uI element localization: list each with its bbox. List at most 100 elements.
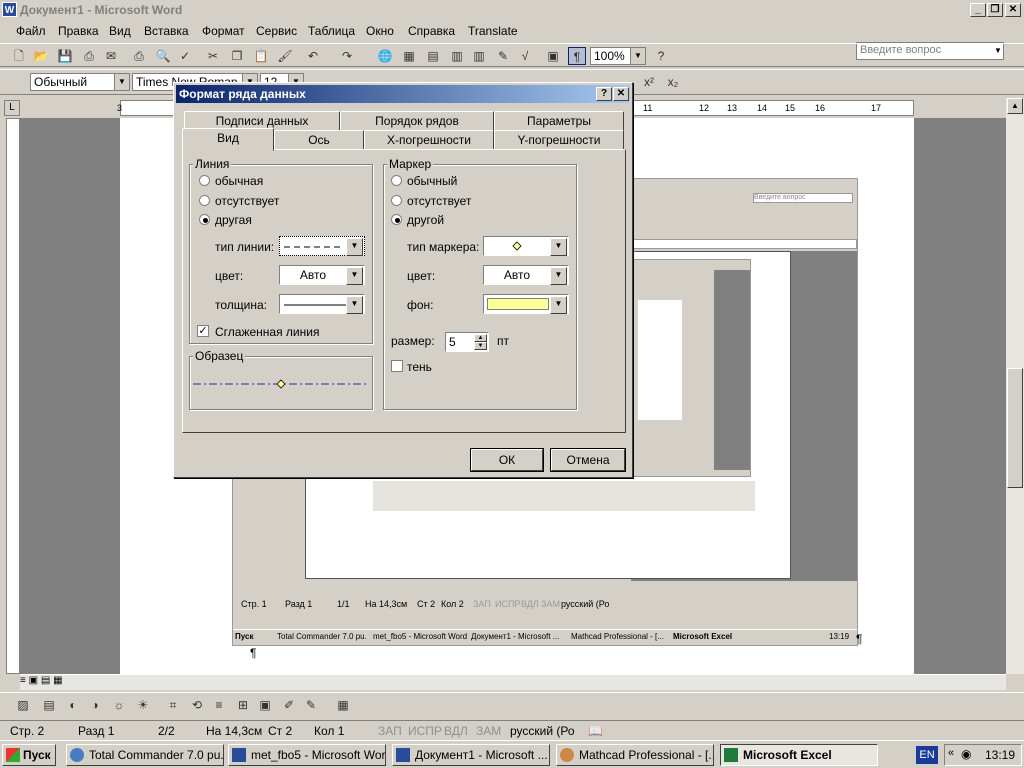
brightness-down-icon[interactable]: ☀ <box>134 696 152 714</box>
line-weight-dropdown[interactable]: ▼ <box>279 294 365 314</box>
status-ovr[interactable]: ЗАМ <box>476 724 501 738</box>
columns-icon[interactable]: ▥ <box>470 47 488 65</box>
view-buttons[interactable]: ≡ ▣ ▤ ▦ <box>20 675 80 689</box>
vertical-ruler[interactable] <box>6 118 20 674</box>
menu-file[interactable]: Файл <box>16 24 46 38</box>
spin-up-icon[interactable]: ▲ <box>474 334 487 342</box>
line-radio-normal-label[interactable]: обычная <box>215 174 263 188</box>
smooth-line-checkbox[interactable]: ✓ <box>197 325 209 337</box>
marker-radio-custom[interactable] <box>391 214 402 225</box>
transparent-color-icon[interactable]: ✐ <box>280 696 298 714</box>
help-icon[interactable]: ? <box>652 47 670 65</box>
marker-size-spinner[interactable]: 5 ▲ ▼ <box>445 332 489 352</box>
chevron-down-icon[interactable]: ▼ <box>346 267 363 285</box>
tab-y-error[interactable]: Y-погрешности <box>494 130 624 150</box>
spin-down-icon[interactable]: ▼ <box>474 342 487 350</box>
clock[interactable]: 13:19 <box>985 748 1015 762</box>
marker-radio-none[interactable] <box>391 195 402 206</box>
marker-radio-custom-label[interactable]: другой <box>407 213 444 227</box>
document-map-icon[interactable]: ▣ <box>544 47 562 65</box>
task-met-fbo5[interactable]: met_fbo5 - Microsoft Word <box>228 744 386 766</box>
help-button[interactable]: ? <box>596 87 612 101</box>
shadow-label[interactable]: тень <box>407 360 432 374</box>
maximize-button[interactable]: ❐ <box>987 3 1003 17</box>
chevron-down-icon[interactable]: ▼ <box>346 296 363 314</box>
task-excel[interactable]: Microsoft Excel <box>720 744 878 766</box>
rotate-icon[interactable]: ⟲ <box>188 696 206 714</box>
shadow-checkbox[interactable] <box>391 360 403 372</box>
tab-options[interactable]: Параметры <box>494 111 624 131</box>
marker-radio-none-label[interactable]: отсутствует <box>407 194 471 208</box>
insert-excel-icon[interactable]: ▥ <box>448 47 466 65</box>
marker-color-dropdown[interactable]: Авто ▼ <box>483 265 569 285</box>
crop-icon[interactable]: ▤ <box>40 696 58 714</box>
superscript-icon[interactable]: x² <box>640 73 658 91</box>
open-icon[interactable]: 📂 <box>32 47 50 65</box>
menu-edit[interactable]: Правка <box>58 24 99 38</box>
new-icon[interactable]: 🗋 <box>10 47 28 65</box>
menu-help[interactable]: Справка <box>408 24 455 38</box>
smooth-line-label[interactable]: Сглаженная линия <box>215 325 319 339</box>
tab-selector[interactable]: L <box>4 100 20 116</box>
chevron-down-icon[interactable]: ▼ <box>550 296 567 314</box>
status-ext[interactable]: ВДЛ <box>444 724 468 738</box>
menu-tools[interactable]: Сервис <box>256 24 297 38</box>
paste-icon[interactable]: 📋 <box>252 47 270 65</box>
line-radio-custom-label[interactable]: другая <box>215 213 252 227</box>
line-type-dropdown[interactable]: ▼ <box>279 236 365 256</box>
scroll-thumb[interactable] <box>1007 368 1023 488</box>
cancel-button[interactable]: Отмена <box>551 449 625 471</box>
tables-borders-icon[interactable]: ▦ <box>400 47 418 65</box>
network-icon[interactable]: ◉ <box>961 747 971 761</box>
spelling-status-icon[interactable]: 📖 <box>588 724 603 738</box>
copy-icon[interactable]: ❐ <box>228 47 246 65</box>
cut-icon[interactable]: ✂ <box>204 47 222 65</box>
start-button[interactable]: Пуск <box>2 744 56 766</box>
tab-series-order[interactable]: Порядок рядов <box>340 111 494 131</box>
vertical-scrollbar[interactable]: ▲ <box>1006 98 1024 674</box>
menu-window[interactable]: Окно <box>366 24 394 38</box>
redo-icon[interactable]: ↷ <box>338 47 356 65</box>
task-mathcad[interactable]: Mathcad Professional - [... <box>556 744 714 766</box>
permission-icon[interactable]: ⎙ <box>80 47 98 65</box>
language-indicator[interactable]: EN <box>916 746 938 764</box>
tab-axis[interactable]: Ось <box>274 130 364 150</box>
brightness-icon[interactable]: ◑ <box>86 696 104 714</box>
line-radio-normal[interactable] <box>199 175 210 186</box>
marker-type-dropdown[interactable]: ▼ <box>483 236 569 256</box>
subscript-icon[interactable]: x₂ <box>664 73 682 91</box>
line-radio-custom[interactable] <box>199 214 210 225</box>
preview-icon[interactable]: 🔍 <box>154 47 172 65</box>
crop-tool-icon[interactable]: ⌗ <box>164 696 182 714</box>
spelling-icon[interactable]: ✓ <box>176 47 194 65</box>
zoom-select[interactable]: 100% ▼ <box>590 47 646 65</box>
hyperlink-icon[interactable]: 🌐 <box>376 47 394 65</box>
format-painter-icon[interactable]: 🖌 <box>276 47 294 65</box>
marker-radio-auto[interactable] <box>391 175 402 186</box>
tab-x-error[interactable]: X-погрешности <box>364 130 494 150</box>
undo-icon[interactable]: ↶ <box>304 47 322 65</box>
ok-button[interactable]: ОК <box>471 449 543 471</box>
mail-icon[interactable]: ✉ <box>102 47 120 65</box>
marker-radio-auto-label[interactable]: обычный <box>407 174 457 188</box>
status-trk[interactable]: ИСПР <box>408 724 442 738</box>
show-formatting-icon[interactable]: ¶ <box>568 47 586 65</box>
line-color-dropdown[interactable]: Авто ▼ <box>279 265 365 285</box>
chevron-down-icon[interactable]: ▼ <box>550 238 567 256</box>
chevron-down-icon[interactable]: ▼ <box>550 267 567 285</box>
insert-table-icon[interactable]: ▤ <box>424 47 442 65</box>
reset-picture-icon[interactable]: ✎ <box>302 696 320 714</box>
status-rec[interactable]: ЗАП <box>378 724 402 738</box>
format-picture-icon[interactable]: ▣ <box>256 696 274 714</box>
equation-icon[interactable]: √ <box>516 47 534 65</box>
line-radio-none-label[interactable]: отсутствует <box>215 194 279 208</box>
chevron-down-icon[interactable]: ▼ <box>346 238 363 256</box>
compress-icon[interactable]: ⊞ <box>234 696 252 714</box>
scroll-up-button[interactable]: ▲ <box>1007 98 1023 114</box>
marker-bg-dropdown[interactable]: ▼ <box>483 294 569 314</box>
line-style-icon[interactable]: ≡ <box>210 696 228 714</box>
menu-table[interactable]: Таблица <box>308 24 355 38</box>
menu-view[interactable]: Вид <box>109 24 131 38</box>
close-button[interactable]: ✕ <box>1005 3 1021 17</box>
minimize-button[interactable]: _ <box>970 3 986 17</box>
